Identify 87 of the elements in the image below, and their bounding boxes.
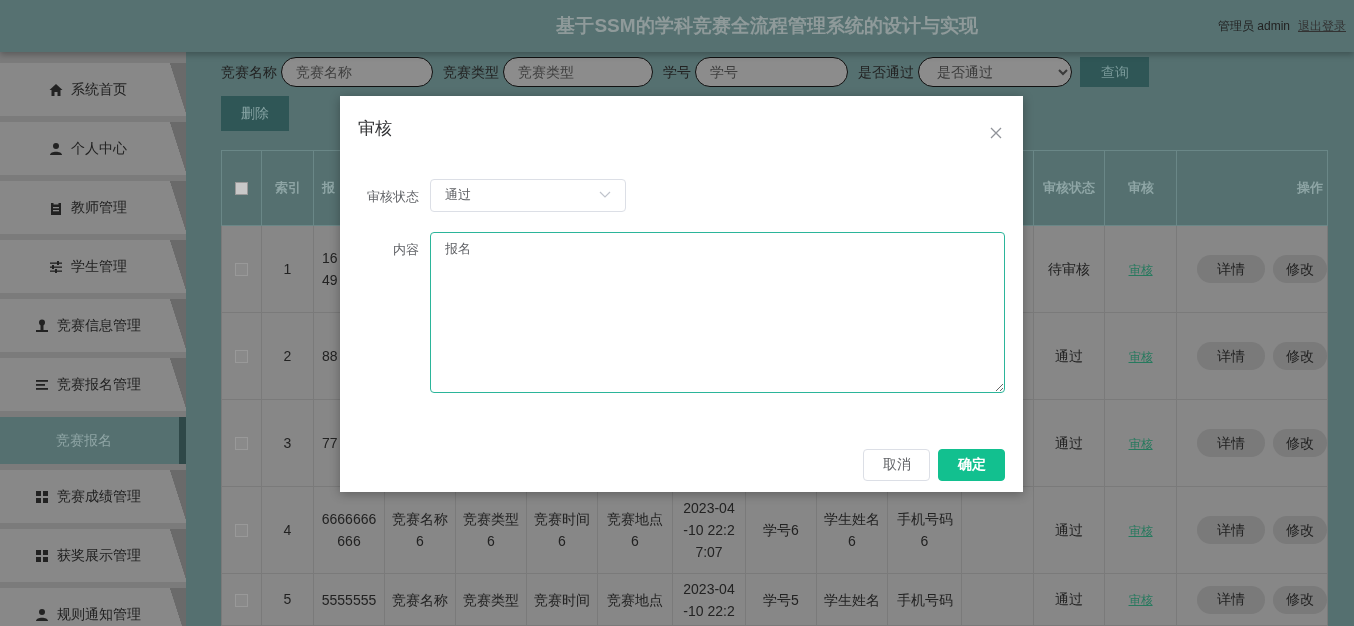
edit-button[interactable]: 修改 <box>1273 429 1327 457</box>
table-cell-text: 2023-04-10 22:2 <box>682 579 736 621</box>
page-title: 基于SSM的学科竞赛全流程管理系统的设计与实现 <box>556 14 978 36</box>
sidebar-subitem[interactable]: 竞赛报名 <box>0 417 186 464</box>
table-cell-text: 竞赛时间6 <box>533 510 591 551</box>
table-cell: 5 <box>283 591 292 607</box>
status-text: 通过 <box>1055 347 1083 364</box>
sidebar-item[interactable]: 竞赛信息管理 <box>0 299 186 352</box>
grid-icon <box>35 489 49 504</box>
field-label: 竞赛类型 <box>443 62 499 82</box>
details-button[interactable]: 详情 <box>1197 255 1265 283</box>
table-cell-text: 学号5 <box>762 590 800 610</box>
form-label: 审核状态 <box>366 187 420 206</box>
status-text: 待审核 <box>1048 260 1090 277</box>
table-cell-text: 77 <box>322 434 339 453</box>
column-header: 审核 <box>1127 180 1154 196</box>
table-cell-text: 竞赛时间 <box>533 590 591 610</box>
table-cell-text: 手机号码6 <box>895 510 954 551</box>
filter-select[interactable]: 是否通过 <box>918 57 1072 87</box>
select-all-checkbox[interactable] <box>235 182 248 196</box>
table-cell-text: 竞赛名称 <box>391 590 449 610</box>
sidebar-item[interactable]: 教师管理 <box>0 181 186 234</box>
table-cell-text: 竞赛名称6 <box>391 510 449 551</box>
column-header: 索引 <box>274 180 301 196</box>
table-cell-text: 手机号码 <box>895 590 954 610</box>
table-cell: 1 <box>283 260 292 277</box>
edit-button[interactable]: 修改 <box>1273 255 1327 283</box>
table-cell: 3 <box>283 434 292 451</box>
confirm-button[interactable]: 确定 <box>938 448 1005 481</box>
details-button[interactable]: 详情 <box>1197 516 1265 544</box>
grid-icon <box>35 548 49 563</box>
column-header: 操作 <box>1297 180 1323 196</box>
field-label: 学号 <box>663 62 691 82</box>
table-cell-text: 88 <box>322 347 339 366</box>
table-cell: 4 <box>283 521 292 538</box>
status-text: 通过 <box>1055 434 1083 451</box>
table-cell: 2 <box>283 347 292 364</box>
sidebar-item[interactable]: 系统首页 <box>0 63 186 116</box>
sidebar-item[interactable]: 获奖展示管理 <box>0 529 186 582</box>
list-icon <box>35 377 49 392</box>
home-icon <box>49 82 63 97</box>
column-header: 报 <box>322 180 335 196</box>
chevron-down-icon <box>599 191 611 199</box>
table-cell-text: 2023-04-10 22:27:07 <box>682 499 736 562</box>
cancel-button[interactable]: 取消 <box>863 448 930 481</box>
edit-button[interactable]: 修改 <box>1273 585 1327 614</box>
field-label: 竞赛名称 <box>221 62 277 82</box>
table-cell-text: 竞赛类型6 <box>462 510 520 551</box>
table-cell-text: 学号6 <box>762 521 800 540</box>
content-textarea[interactable]: 报名 <box>430 231 1005 393</box>
clipboard-icon <box>49 200 63 215</box>
table-cell-text: 学生姓名 <box>823 590 881 610</box>
sidebar-item[interactable]: 竞赛成绩管理 <box>0 470 186 523</box>
sliders-icon <box>49 259 63 274</box>
status-text: 通过 <box>1055 591 1083 607</box>
status-select[interactable]: 通过 <box>430 178 626 212</box>
table-cell-text: 5555555 <box>320 590 378 610</box>
table-cell-text: 学生姓名6 <box>823 510 881 551</box>
column-header: 审核状态 <box>1043 180 1095 196</box>
sidebar-item[interactable]: 学生管理 <box>0 240 186 293</box>
field-label: 是否通过 <box>858 62 914 82</box>
search-field[interactable]: 竞赛类型 <box>503 57 653 87</box>
table-cell-text: 16 49 <box>322 249 339 290</box>
search-field[interactable]: 竞赛名称 <box>281 57 433 87</box>
table-cell-text: 竞赛类型 <box>462 590 520 610</box>
table-cell-text: 竞赛地点6 <box>606 510 664 551</box>
edit-button[interactable]: 修改 <box>1273 342 1327 370</box>
sidebar-item[interactable]: 规则通知管理 <box>0 588 186 626</box>
details-button[interactable]: 详情 <box>1197 585 1265 614</box>
user-icon <box>35 607 49 622</box>
edit-button[interactable]: 修改 <box>1273 516 1327 544</box>
table-cell-text: 竞赛地点 <box>606 590 664 610</box>
search-field[interactable]: 学号 <box>695 57 848 87</box>
query-button[interactable]: 查询 <box>1080 57 1149 87</box>
details-button[interactable]: 详情 <box>1197 429 1265 457</box>
user-icon <box>49 141 63 156</box>
details-button[interactable]: 详情 <box>1197 342 1265 370</box>
form-label: 内容 <box>392 240 420 259</box>
sidebar-item[interactable]: 竞赛报名管理 <box>0 358 186 411</box>
status-text: 通过 <box>1055 521 1083 538</box>
sidebar-item[interactable]: 个人中心 <box>0 122 186 175</box>
user-name: 管理员 admin <box>1217 18 1290 35</box>
user-icon <box>35 318 49 333</box>
logout-link[interactable]: 退出登录 <box>1298 17 1346 35</box>
table-cell-text: 6666666666 <box>320 510 378 551</box>
delete-button[interactable]: 删除 <box>221 96 289 131</box>
dialog-title: 审核 <box>358 118 392 140</box>
